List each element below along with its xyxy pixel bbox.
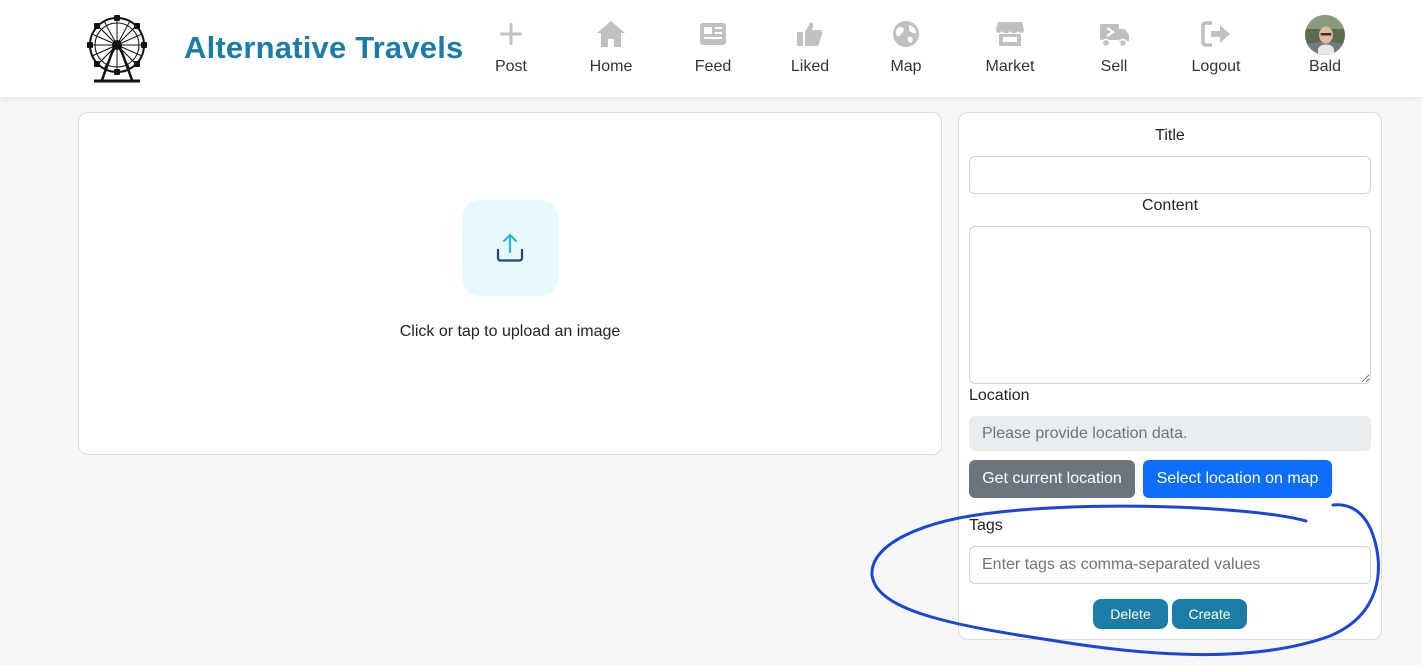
create-button[interactable]: Create — [1172, 599, 1247, 629]
nav-item-feed[interactable]: Feed — [668, 18, 758, 82]
upload-instruction-text: Click or tap to upload an image — [399, 323, 621, 340]
select-location-on-map-button[interactable]: Select location on map — [1143, 460, 1332, 498]
nav-label-post: Post — [494, 58, 527, 75]
nav-label-profile: Bald — [1308, 58, 1342, 75]
nav-item-sell[interactable]: Sell — [1069, 18, 1159, 82]
title-label: Title — [1155, 127, 1185, 144]
ferris-wheel-icon[interactable] — [84, 14, 150, 84]
nav-label-feed: Feed — [694, 58, 732, 75]
plus-icon — [500, 23, 522, 45]
top-navbar: Alternative Travels Post Home Feed Liked — [0, 0, 1422, 97]
nav-item-home[interactable]: Home — [566, 18, 656, 82]
image-upload-area[interactable]: Click or tap to upload an image — [78, 112, 942, 455]
upload-icon-box[interactable] — [462, 200, 558, 296]
content-label: Content — [1141, 197, 1199, 214]
post-form-card: Title Content Location Get current locat… — [958, 112, 1382, 640]
nav-label-home: Home — [589, 58, 633, 75]
home-icon — [597, 21, 625, 47]
nav-item-market[interactable]: Market — [965, 18, 1055, 82]
upload-icon — [496, 233, 524, 262]
location-label: Location — [969, 387, 1030, 404]
avatar — [1305, 15, 1345, 55]
store-icon — [996, 22, 1024, 46]
truck-icon — [1100, 24, 1129, 48]
get-current-location-button[interactable]: Get current location — [969, 460, 1135, 498]
content-textarea[interactable] — [969, 226, 1371, 384]
nav-label-sell: Sell — [1100, 58, 1128, 75]
title-input[interactable] — [969, 156, 1371, 194]
logout-icon — [1201, 21, 1230, 47]
nav-label-logout: Logout — [1191, 58, 1241, 75]
nav-label-map: Map — [890, 58, 922, 75]
delete-button[interactable]: Delete — [1093, 599, 1168, 629]
nav-item-profile[interactable]: Bald — [1280, 15, 1370, 82]
thumbs-up-icon — [797, 22, 823, 46]
tags-input[interactable] — [969, 546, 1371, 584]
globe-icon — [893, 21, 919, 47]
newspaper-icon — [700, 23, 726, 45]
nav-item-post[interactable]: Post — [466, 18, 556, 82]
nav-label-market: Market — [985, 58, 1035, 75]
nav-item-map[interactable]: Map — [861, 18, 951, 82]
nav-label-liked: Liked — [790, 58, 830, 75]
nav-item-logout[interactable]: Logout — [1171, 18, 1261, 82]
tags-label: Tags — [969, 517, 1003, 534]
brand-title[interactable]: Alternative Travels — [184, 30, 464, 66]
location-input — [969, 416, 1371, 451]
nav-item-liked[interactable]: Liked — [765, 18, 855, 82]
